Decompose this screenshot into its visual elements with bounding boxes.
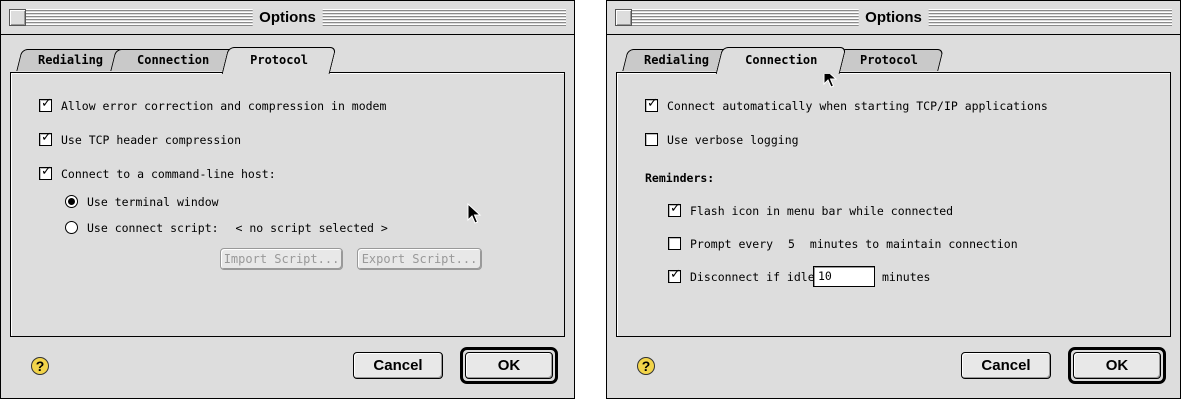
- radio-terminal-window[interactable]: [65, 195, 78, 208]
- tab-protocol[interactable]: Protocol: [834, 49, 944, 71]
- title-bar[interactable]: Options: [1, 1, 574, 35]
- checkbox-label-before: Prompt every: [690, 237, 774, 251]
- ok-button[interactable]: OK: [1073, 352, 1161, 379]
- help-icon[interactable]: ?: [637, 357, 655, 375]
- ok-button[interactable]: OK: [465, 352, 553, 379]
- idle-minutes-unit: minutes: [882, 270, 931, 284]
- checkbox-row-command-line-host[interactable]: ✓ Connect to a command-line host:: [39, 164, 276, 182]
- tab-protocol[interactable]: Protocol: [221, 47, 337, 74]
- checkbox-connect-automatically[interactable]: ✓: [645, 96, 658, 112]
- checkbox-row-flash-icon[interactable]: ✓ Flash icon in menu bar while connected: [668, 201, 954, 219]
- export-script-button[interactable]: Export Script...: [357, 248, 482, 270]
- checkbox-label: Use TCP header compression: [61, 133, 242, 147]
- close-box[interactable]: [615, 9, 632, 26]
- checkbox-verbose-logging[interactable]: [645, 133, 658, 146]
- script-name-value: < no script selected >: [235, 221, 388, 235]
- window-title: Options: [252, 6, 323, 30]
- checkbox-label: Connect to a command-line host:: [61, 167, 276, 181]
- checkmark-icon: ✓: [647, 96, 658, 111]
- help-icon[interactable]: ?: [31, 357, 49, 375]
- radio-selected-dot: [68, 198, 75, 205]
- checkbox-flash-icon[interactable]: ✓: [668, 201, 681, 217]
- window-title: Options: [858, 6, 929, 30]
- checkmark-icon: ✓: [670, 267, 681, 282]
- checkbox-label: Connect automatically when starting TCP/…: [667, 99, 1048, 113]
- radio-label: Use terminal window: [87, 195, 219, 209]
- title-bar[interactable]: Options: [607, 1, 1180, 35]
- checkmark-icon: ✓: [41, 130, 52, 145]
- tab-redialing[interactable]: Redialing: [622, 49, 732, 71]
- checkmark-icon: ✓: [670, 201, 681, 216]
- radio-label: Use connect script:: [87, 221, 219, 235]
- radio-row-terminal-window[interactable]: Use terminal window: [65, 194, 219, 210]
- checkbox-row-prompt-every[interactable]: Prompt every 5 minutes to maintain conne…: [668, 236, 1018, 252]
- tab-connection[interactable]: Connection: [715, 47, 847, 74]
- checkbox-row-connect-automatically[interactable]: ✓ Connect automatically when starting TC…: [645, 96, 1048, 114]
- cancel-button[interactable]: Cancel: [961, 352, 1051, 379]
- tab-panel-connection: ✓ Connect automatically when starting TC…: [616, 72, 1171, 337]
- import-script-button[interactable]: Import Script...: [220, 248, 343, 270]
- prompt-interval-value: 5: [788, 237, 795, 251]
- checkbox-tcp-header-compression[interactable]: ✓: [39, 130, 52, 146]
- tab-redialing[interactable]: Redialing: [16, 49, 126, 71]
- checkbox-row-error-correction[interactable]: ✓ Allow error correction and compression…: [39, 96, 387, 114]
- options-dialog-connection: Options Redialing Connection Protocol ✓ …: [606, 0, 1181, 399]
- checkbox-disconnect-idle[interactable]: ✓: [668, 267, 681, 283]
- checkbox-label: Use verbose logging: [667, 133, 799, 147]
- reminders-heading: Reminders:: [645, 171, 715, 185]
- checkbox-row-tcp-header[interactable]: ✓ Use TCP header compression: [39, 130, 242, 148]
- cancel-button[interactable]: Cancel: [353, 352, 443, 379]
- checkbox-label: Flash icon in menu bar while connected: [690, 204, 954, 218]
- checkbox-label-after: minutes to maintain connection: [809, 237, 1018, 251]
- options-dialog-protocol: Options Redialing Connection Protocol ✓ …: [0, 0, 575, 399]
- radio-connect-script[interactable]: [65, 221, 78, 234]
- checkmark-icon: ✓: [41, 164, 52, 179]
- checkbox-row-verbose-logging[interactable]: Use verbose logging: [645, 132, 799, 148]
- close-box[interactable]: [9, 9, 26, 26]
- tab-connection[interactable]: Connection: [110, 49, 236, 71]
- checkbox-error-correction[interactable]: ✓: [39, 96, 52, 112]
- checkmark-icon: ✓: [41, 96, 52, 111]
- idle-minutes-field[interactable]: 10: [813, 266, 875, 287]
- radio-row-connect-script[interactable]: Use connect script: < no script selected…: [65, 220, 388, 236]
- checkbox-prompt-every[interactable]: [668, 237, 681, 250]
- checkbox-command-line-host[interactable]: ✓: [39, 164, 52, 180]
- mouse-pointer-icon: [467, 203, 482, 224]
- checkbox-label: Allow error correction and compression i…: [61, 99, 387, 113]
